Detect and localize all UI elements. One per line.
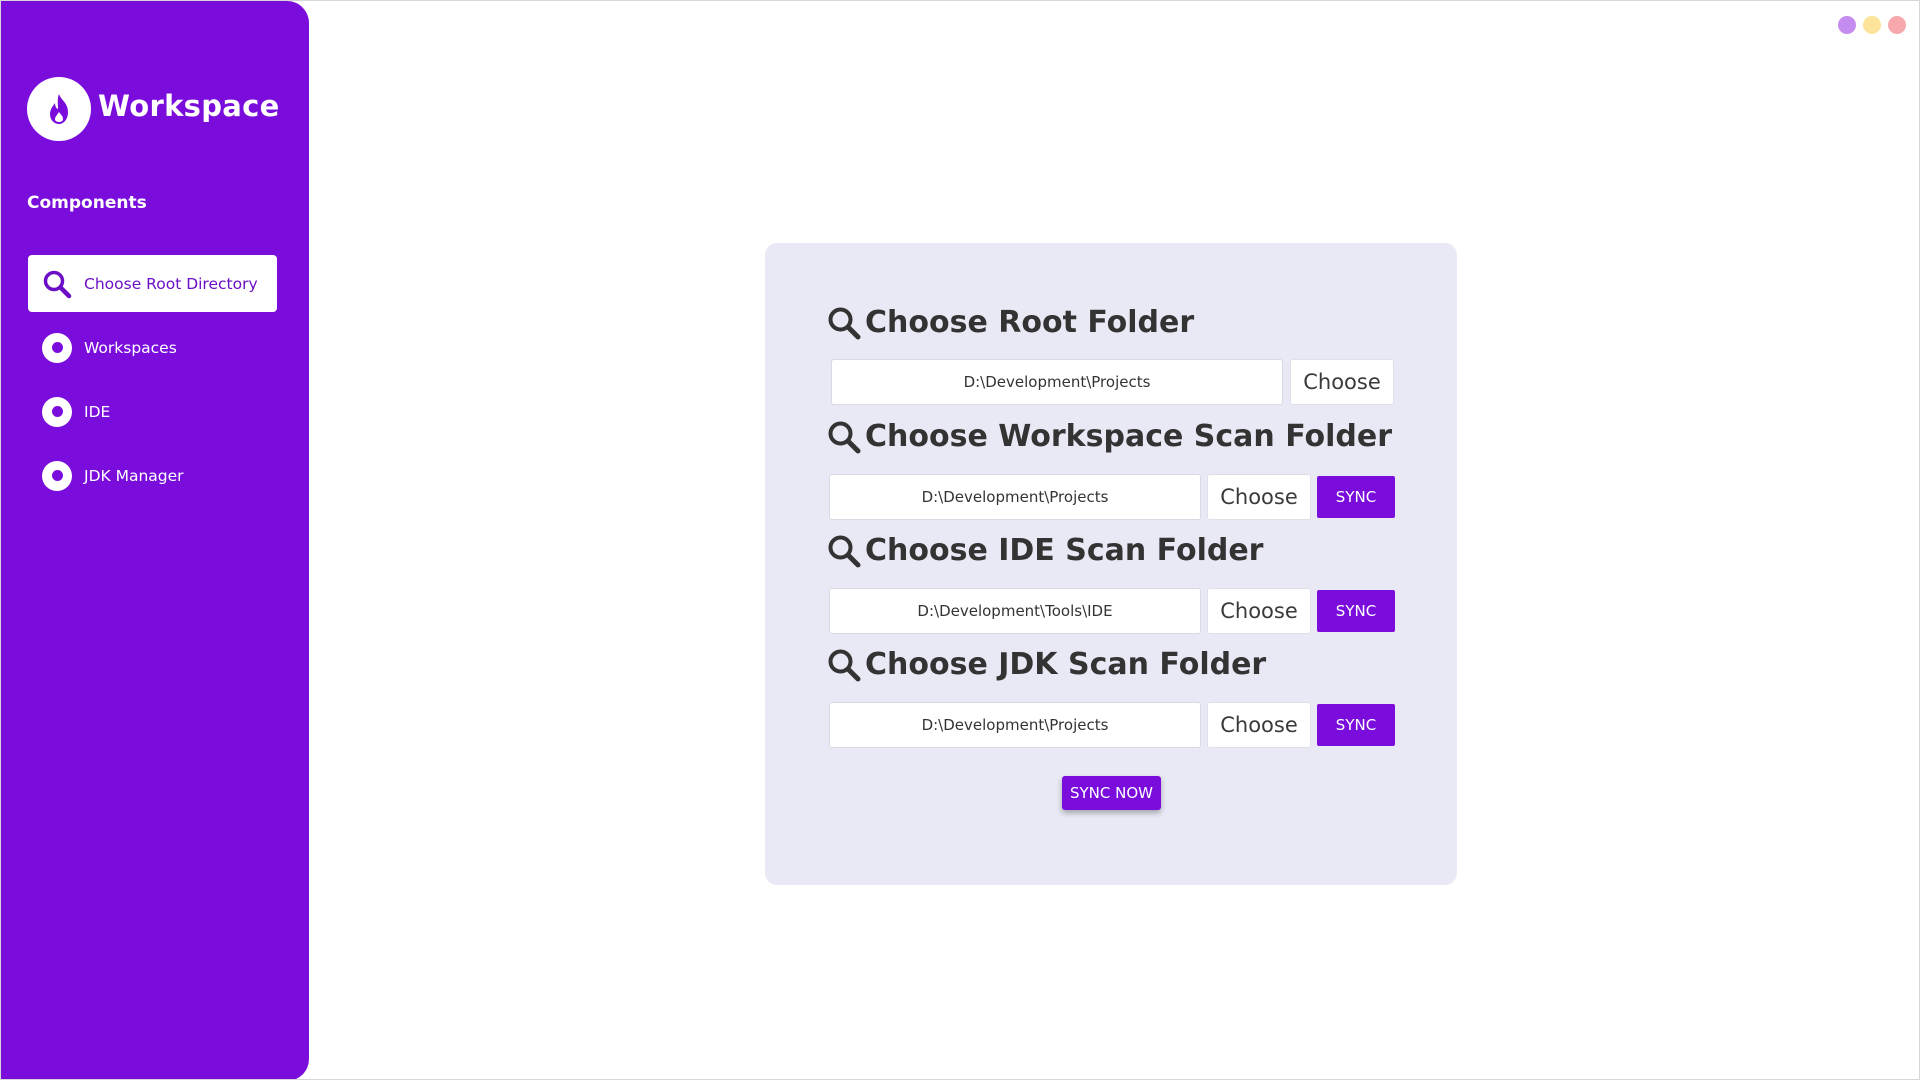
sidebar-item-label: Choose Root Directory: [84, 274, 258, 293]
search-icon: [827, 420, 861, 454]
heading-text: Choose Workspace Scan Folder: [865, 419, 1392, 454]
heading-workspace-scan-folder: Choose Workspace Scan Folder: [827, 419, 1392, 454]
sidebar-item-label: Workspaces: [84, 338, 177, 357]
radio-dot-icon: [42, 332, 72, 363]
heading-text: Choose Root Folder: [865, 305, 1195, 340]
window-dot-red[interactable]: [1888, 16, 1906, 34]
logo: [27, 77, 91, 141]
search-icon: [827, 534, 861, 568]
search-icon: [827, 648, 861, 682]
sidebar-item-ide[interactable]: IDE: [28, 383, 277, 440]
flame-icon: [50, 94, 68, 124]
folder-settings-card: Choose Root Folder Choose Choose Workspa…: [765, 243, 1457, 885]
sync-ide-button[interactable]: SYNC: [1317, 590, 1395, 632]
search-icon: [42, 269, 72, 299]
section-title: Components: [27, 193, 147, 213]
sidebar-item-label: JDK Manager: [84, 466, 184, 485]
window-dot-purple[interactable]: [1838, 16, 1856, 34]
window-dot-yellow[interactable]: [1863, 16, 1881, 34]
sync-workspace-button[interactable]: SYNC: [1317, 476, 1395, 518]
sync-jdk-button[interactable]: SYNC: [1317, 704, 1395, 746]
choose-root-folder-button[interactable]: Choose: [1290, 359, 1394, 405]
sidebar-item-workspaces[interactable]: Workspaces: [28, 319, 277, 376]
heading-ide-scan-folder: Choose IDE Scan Folder: [827, 533, 1263, 568]
sidebar-item-label: IDE: [84, 402, 111, 421]
brand-title: Workspace: [98, 89, 280, 123]
sidebar-item-jdk-manager[interactable]: JDK Manager: [28, 447, 277, 504]
sidebar: Workspace Components Choose Root Directo…: [1, 1, 309, 1079]
heading-text: Choose JDK Scan Folder: [865, 647, 1267, 682]
workspace-scan-folder-input[interactable]: [829, 474, 1201, 520]
sync-now-button[interactable]: SYNC NOW: [1062, 776, 1161, 810]
app-window: Workspace Components Choose Root Directo…: [0, 0, 1920, 1080]
choose-jdk-scan-folder-button[interactable]: Choose: [1207, 702, 1311, 748]
root-folder-input[interactable]: [831, 359, 1283, 405]
choose-ide-scan-folder-button[interactable]: Choose: [1207, 588, 1311, 634]
jdk-scan-folder-input[interactable]: [829, 702, 1201, 748]
radio-dot-icon: [42, 396, 72, 427]
radio-dot-icon: [42, 460, 72, 491]
heading-jdk-scan-folder: Choose JDK Scan Folder: [827, 647, 1266, 682]
search-icon: [827, 306, 861, 340]
choose-workspace-scan-folder-button[interactable]: Choose: [1207, 474, 1311, 520]
heading-text: Choose IDE Scan Folder: [865, 533, 1264, 568]
ide-scan-folder-input[interactable]: [829, 588, 1201, 634]
sidebar-item-choose-root-directory[interactable]: Choose Root Directory: [28, 255, 277, 312]
heading-root-folder: Choose Root Folder: [827, 305, 1194, 340]
